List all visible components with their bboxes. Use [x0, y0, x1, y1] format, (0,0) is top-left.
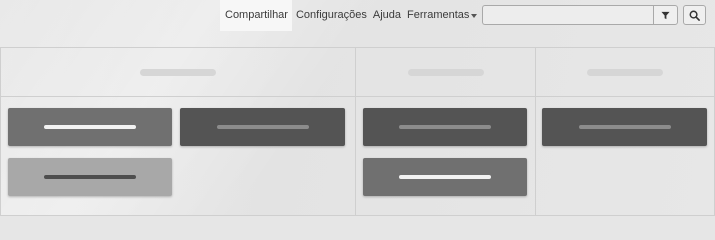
- card-label-placeholder: [216, 125, 309, 129]
- nav-item-ajuda[interactable]: Ajuda: [370, 0, 404, 31]
- card-label-placeholder: [44, 175, 136, 179]
- column-header-1: [1, 48, 355, 96]
- column-header-placeholder: [407, 68, 484, 76]
- nav-item-compartilhar[interactable]: Compartilhar: [220, 0, 292, 31]
- column-header-placeholder: [140, 68, 216, 76]
- column-header-3: [536, 48, 714, 96]
- card-label-placeholder: [399, 125, 491, 129]
- top-bar: Compartilhar Configurações Ajuda Ferrame…: [0, 0, 715, 31]
- nav-item-configuracoes[interactable]: Configurações: [293, 0, 370, 31]
- card[interactable]: [542, 108, 707, 146]
- top-nav: Compartilhar Configurações Ajuda Ferrame…: [220, 0, 480, 31]
- column-header-2: [356, 48, 535, 96]
- grid-line: [0, 96, 715, 97]
- card[interactable]: [180, 108, 345, 146]
- card-label-placeholder: [399, 175, 491, 179]
- card[interactable]: [363, 108, 527, 146]
- card[interactable]: [8, 108, 172, 146]
- board: [0, 47, 715, 216]
- grid-line: [0, 215, 715, 216]
- search-group: [482, 5, 678, 25]
- card[interactable]: [363, 158, 527, 196]
- card-label-placeholder: [44, 125, 136, 129]
- search-icon: [689, 10, 700, 21]
- filter-icon: [661, 11, 670, 19]
- card-label-placeholder: [578, 125, 671, 129]
- nav-item-ferramentas-label: Ferramentas: [407, 9, 470, 21]
- search-button[interactable]: [683, 5, 706, 25]
- caret-down-icon: [471, 14, 478, 18]
- card[interactable]: [8, 158, 172, 196]
- nav-item-ferramentas[interactable]: Ferramentas: [404, 0, 480, 31]
- column-header-placeholder: [587, 68, 663, 76]
- filter-button[interactable]: [653, 5, 678, 25]
- search-input[interactable]: [482, 5, 653, 25]
